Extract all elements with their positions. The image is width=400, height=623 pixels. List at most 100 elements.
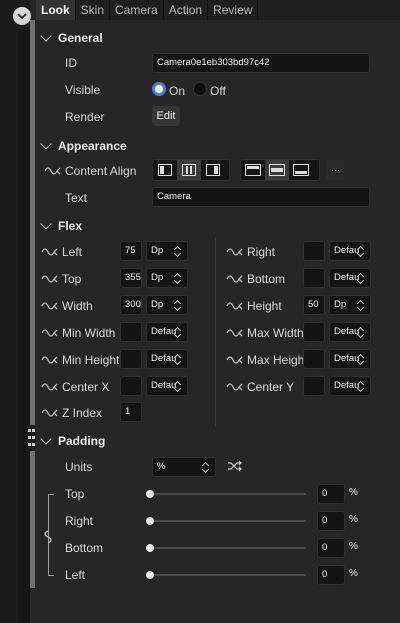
drag-handle-icon[interactable] <box>27 425 36 451</box>
max-height-value-field[interactable] <box>303 349 325 369</box>
padding-bottom-field[interactable]: 0 <box>317 538 345 558</box>
padding-left-field[interactable]: 0 <box>317 565 345 585</box>
align-left-icon <box>158 164 172 176</box>
align-center-button[interactable] <box>177 160 201 180</box>
padding-top-slider[interactable] <box>150 493 306 495</box>
updown-icon <box>357 327 364 337</box>
right-label: Right <box>247 245 276 259</box>
text-field[interactable]: Camera <box>152 187 370 207</box>
center-x-value-field[interactable] <box>120 376 142 396</box>
id-field[interactable]: Camera0e1eb303bd97c42 <box>152 53 370 73</box>
padding-bottom-slider[interactable] <box>150 547 306 549</box>
unit-value: Defau <box>334 272 360 283</box>
left-gutter <box>0 0 30 623</box>
center-y-unit-select[interactable]: Defau <box>329 376 371 396</box>
link-icon[interactable] <box>226 301 243 311</box>
link-icon[interactable] <box>44 166 61 176</box>
visible-on-radio[interactable] <box>152 82 166 96</box>
align-top-button[interactable] <box>241 160 265 180</box>
section-appearance[interactable]: Appearance <box>40 138 127 153</box>
percent-sign: % <box>349 514 358 525</box>
height-label: Height <box>247 299 282 313</box>
link-icon[interactable] <box>41 301 58 311</box>
z-index-label: Z Index <box>62 406 103 420</box>
horizontal-align-group <box>152 159 230 181</box>
tab-action[interactable]: Action <box>164 0 209 20</box>
units-value: % <box>157 461 166 472</box>
updown-icon <box>202 462 209 472</box>
updown-icon <box>174 354 181 364</box>
tab-camera[interactable]: Camera <box>110 0 164 20</box>
min-width-unit-select[interactable]: Defau <box>146 322 188 342</box>
max-width-value-field[interactable] <box>303 322 325 342</box>
tab-skin[interactable]: Skin <box>76 0 111 20</box>
unit-value: Defau <box>151 380 177 391</box>
padding-top-slider-knob[interactable] <box>146 490 154 498</box>
center-x-unit-select[interactable]: Defau <box>146 376 188 396</box>
right-value-field[interactable] <box>303 241 325 261</box>
link-icon[interactable] <box>226 247 243 257</box>
padding-right-slider-knob[interactable] <box>146 517 154 525</box>
link-icon[interactable] <box>226 355 243 365</box>
padding-right-field[interactable]: 0 <box>317 511 345 531</box>
align-right-icon <box>206 164 220 176</box>
height-unit-select[interactable]: Dp <box>329 295 371 315</box>
link-icon[interactable] <box>226 382 243 392</box>
left-unit-select[interactable]: Dp <box>146 241 188 261</box>
width-value-field[interactable]: 300 <box>120 295 142 315</box>
left-value-field[interactable]: 75 <box>120 241 142 261</box>
padding-top-field[interactable]: 0 <box>317 484 345 504</box>
collapse-panel-button[interactable] <box>13 7 31 25</box>
align-bottom-button[interactable] <box>289 160 313 180</box>
section-padding[interactable]: Padding <box>40 433 105 448</box>
bottom-unit-select[interactable]: Defau <box>329 268 371 288</box>
bottom-label: Bottom <box>247 272 286 286</box>
visible-off-radio[interactable] <box>193 82 207 96</box>
unit-value: Defau <box>334 380 360 391</box>
z-index-field[interactable]: 1 <box>120 402 142 422</box>
padding-right-slider[interactable] <box>150 520 306 522</box>
padding-left-slider[interactable] <box>150 574 306 576</box>
right-unit-select[interactable]: Defau <box>329 241 371 261</box>
tab-look[interactable]: Look <box>36 0 76 20</box>
padding-bottom-slider-knob[interactable] <box>146 544 154 552</box>
link-icon[interactable] <box>41 408 58 418</box>
height-value-field[interactable]: 50 <box>303 295 325 315</box>
more-align-button[interactable]: ... <box>326 160 345 180</box>
top-unit-select[interactable]: Dp <box>146 268 188 288</box>
padding-left-slider-knob[interactable] <box>146 571 154 579</box>
bottom-value-field[interactable] <box>303 268 325 288</box>
link-icon[interactable] <box>41 328 58 338</box>
link-icon[interactable] <box>226 328 243 338</box>
link-icon[interactable] <box>41 382 58 392</box>
align-right-button[interactable] <box>201 160 225 180</box>
width-unit-select[interactable]: Dp <box>146 295 188 315</box>
tab-review[interactable]: Review <box>208 0 259 20</box>
max-height-unit-select[interactable]: Defau <box>329 349 371 369</box>
max-width-unit-select[interactable]: Defau <box>329 322 371 342</box>
link-icon[interactable] <box>43 530 53 545</box>
top-value-field[interactable]: 355 <box>120 268 142 288</box>
link-icon[interactable] <box>226 274 243 284</box>
gutter-track <box>18 30 30 623</box>
min-height-value-field[interactable] <box>120 349 142 369</box>
section-flex[interactable]: Flex <box>40 218 82 233</box>
link-icon[interactable] <box>41 274 58 284</box>
shuffle-icon[interactable] <box>227 460 242 475</box>
updown-icon <box>174 273 181 283</box>
link-icon[interactable] <box>41 355 58 365</box>
section-general[interactable]: General <box>40 30 103 45</box>
link-icon[interactable] <box>41 247 58 257</box>
render-edit-button[interactable]: Edit <box>152 106 180 126</box>
units-select[interactable]: % <box>152 457 216 477</box>
align-left-button[interactable] <box>153 160 177 180</box>
min-height-label: Min Height <box>62 353 120 367</box>
min-width-value-field[interactable] <box>120 322 142 342</box>
min-width-label: Min Width <box>62 326 116 340</box>
min-height-unit-select[interactable]: Defau <box>146 349 188 369</box>
tab-bar: Look Skin Camera Action Review <box>36 0 400 20</box>
center-y-value-field[interactable] <box>303 376 325 396</box>
panel-resize-bar[interactable] <box>30 20 35 588</box>
align-middle-button[interactable] <box>265 160 289 180</box>
id-label: ID <box>65 56 77 70</box>
